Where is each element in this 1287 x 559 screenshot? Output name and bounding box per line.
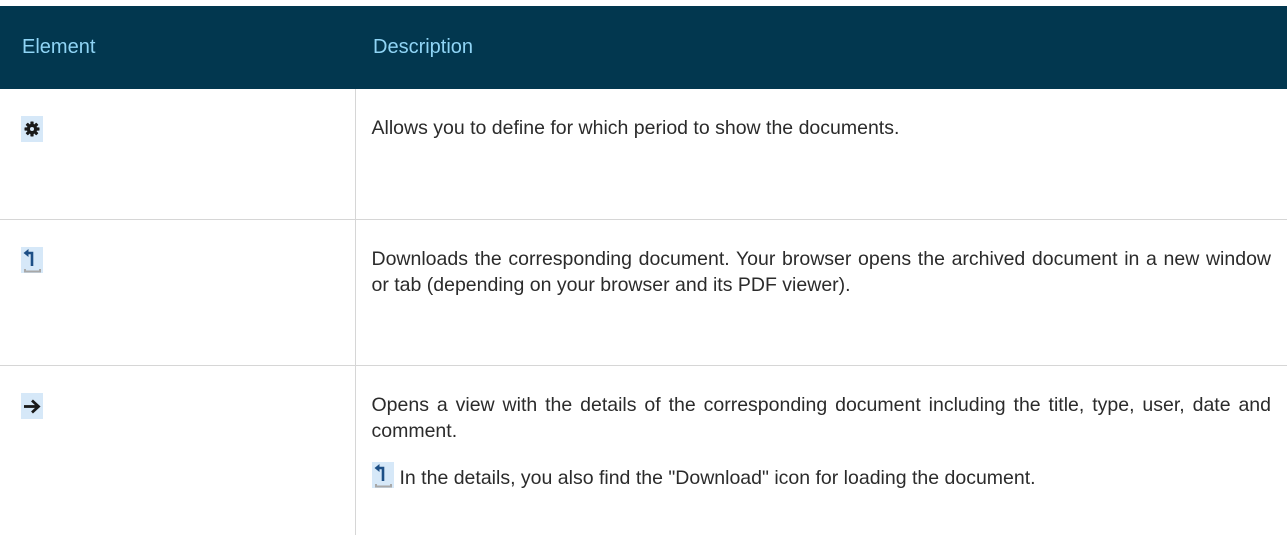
- header-description: Description: [355, 0, 1287, 89]
- table-row: Opens a view with the details of the cor…: [0, 365, 1287, 536]
- arrow-right-icon[interactable]: [21, 393, 43, 419]
- description-cell: Downloads the corresponding document. Yo…: [355, 219, 1287, 366]
- table-row: Downloads the corresponding document. Yo…: [0, 219, 1287, 366]
- download-icon[interactable]: [21, 247, 43, 273]
- download-icon: [371, 462, 394, 488]
- element-cell: [0, 89, 356, 220]
- gear-icon[interactable]: [21, 116, 43, 142]
- description-cell: Opens a view with the details of the cor…: [355, 366, 1287, 536]
- row-description: Opens a view with the details of the cor…: [371, 394, 1272, 442]
- description-cell: Allows you to define for which period to…: [355, 89, 1287, 220]
- table-header-row: Element Description: [0, 0, 1287, 89]
- row-description: Downloads the corresponding document. Yo…: [371, 248, 1272, 296]
- element-cell: [0, 365, 356, 535]
- row-description: Allows you to define for which period to…: [371, 117, 900, 139]
- row-note-text: In the details, you also find the "Downl…: [399, 467, 1036, 489]
- elements-table: Element Description Allows you to define…: [0, 0, 1287, 535]
- row-note: In the details, you also find the "Downl…: [371, 462, 1272, 491]
- table-row: Allows you to define for which period to…: [0, 89, 1287, 220]
- header-element: Element: [0, 0, 355, 89]
- element-cell: [0, 219, 356, 366]
